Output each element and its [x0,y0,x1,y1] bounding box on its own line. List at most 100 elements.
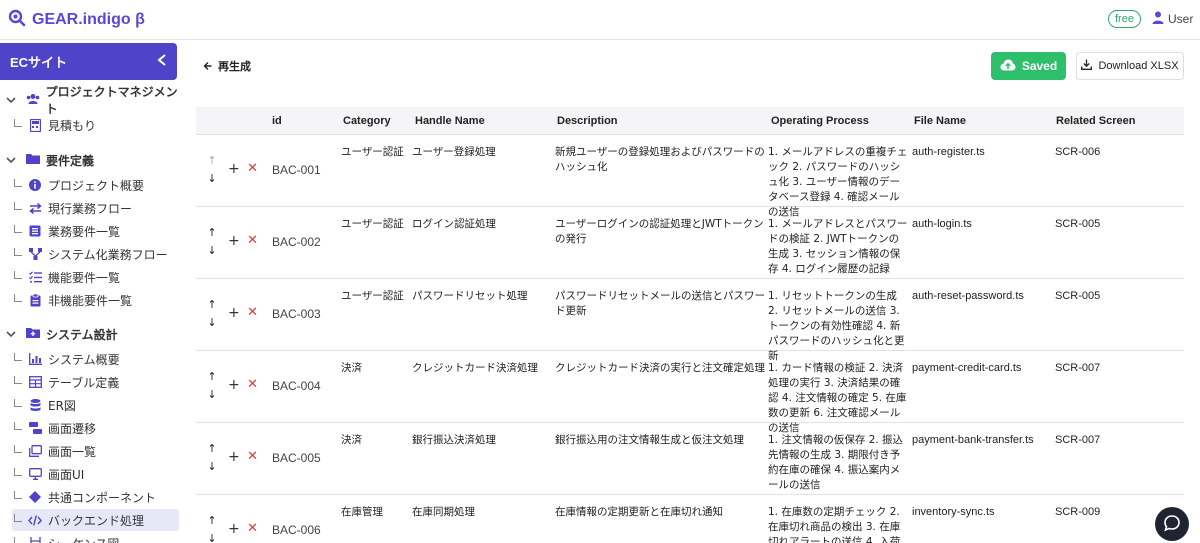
cell-description[interactable]: 在庫情報の定期更新と在庫切れ通知 [555,505,767,520]
move-up-icon[interactable]: ↑ [207,299,216,311]
add-row-icon[interactable]: + [228,305,240,321]
cell-handle-name[interactable]: ユーザー登録処理 [412,145,548,160]
cell-handle-name[interactable]: ログイン認証処理 [412,217,548,232]
cell-related-screen[interactable]: SCR-009 [1055,505,1145,520]
sidebar-item-table-definition[interactable]: テーブル定義 [12,371,179,393]
sidebar-item-label: 画面一覧 [48,444,97,459]
cell-description[interactable]: ユーザーログインの認証処理とJWTトークンの発行 [555,217,767,247]
cell-file-name[interactable]: payment-credit-card.ts [912,361,1052,376]
sidebar-item-backend-process[interactable]: バックエンド処理 [12,509,179,531]
add-row-icon[interactable]: + [228,377,240,393]
cell-handle-name[interactable]: クレジットカード決済処理 [412,361,548,376]
cell-handle-name[interactable]: 銀行振込決済処理 [412,433,548,448]
cell-related-screen[interactable]: SCR-006 [1055,145,1145,160]
saved-button[interactable]: Saved [991,52,1066,80]
cell-description[interactable]: 銀行振込用の注文情報生成と仮注文処理 [555,433,767,448]
sidebar-item-sequence-diagram[interactable]: シーケンス図 [12,532,179,543]
move-down-icon[interactable]: ↓ [207,533,216,543]
sidebar-item-screen-ui[interactable]: 画面UI [12,463,179,485]
col-header-file-name[interactable]: File Name [914,115,966,127]
collapse-chevron-icon[interactable] [157,54,167,69]
diamond-icon [28,490,42,504]
chat-button[interactable] [1155,507,1189,541]
delete-row-icon[interactable]: ✕ [247,161,258,176]
sidebar-group-project-management[interactable]: プロジェクトマネジメント [0,85,186,116]
sidebar-item-current-flow[interactable]: 現行業務フロー [12,197,179,219]
cell-category[interactable]: 決済 [341,433,407,448]
sidebar-item-screen-list[interactable]: 画面一覧 [12,440,179,462]
sidebar-group-requirements[interactable]: 要件定義 [0,151,94,169]
delete-row-icon[interactable]: ✕ [247,521,258,536]
sidebar-item-label: テーブル定義 [48,375,120,390]
cell-id: BAC-001 [272,163,321,177]
cell-file-name[interactable]: auth-login.ts [912,217,1052,232]
col-header-handle-name[interactable]: Handle Name [415,115,485,127]
cell-category[interactable]: ユーザー認証 [341,145,407,160]
move-down-icon[interactable]: ↓ [207,389,216,401]
col-header-category[interactable]: Category [343,115,391,127]
cell-category[interactable]: 在庫管理 [341,505,407,520]
download-xlsx-button[interactable]: Download XLSX [1076,52,1184,80]
add-row-icon[interactable]: + [228,233,240,249]
delete-row-icon[interactable]: ✕ [247,377,258,392]
sequence-icon [28,536,42,543]
move-down-icon[interactable]: ↓ [207,173,216,185]
col-header-description[interactable]: Description [557,115,618,127]
add-row-icon[interactable]: + [228,449,240,465]
move-down-icon[interactable]: ↓ [207,317,216,329]
sidebar-item-estimate[interactable]: 見積もり [12,114,179,136]
cell-handle-name[interactable]: 在庫同期処理 [412,505,548,520]
cell-description[interactable]: パスワードリセットメールの送信とパスワード更新 [555,289,767,319]
move-down-icon[interactable]: ↓ [207,245,216,257]
cell-id: BAC-003 [272,307,321,321]
cell-file-name[interactable]: auth-reset-password.ts [912,289,1052,304]
cell-file-name[interactable]: payment-bank-transfer.ts [912,433,1052,448]
sidebar-group-system-design[interactable]: システム設計 [0,325,118,343]
delete-row-icon[interactable]: ✕ [247,233,258,248]
delete-row-icon[interactable]: ✕ [247,305,258,320]
move-up-icon[interactable]: ↑ [207,155,216,167]
sidebar-item-system-flow[interactable]: システム化業務フロー [12,243,179,265]
sidebar-item-common-components[interactable]: 共通コンポーネント [12,486,179,508]
sidebar-item-non-functional-requirements[interactable]: 非機能要件一覧 [12,289,179,311]
regenerate-button[interactable]: 再生成 [203,58,251,74]
col-header-operating-process[interactable]: Operating Process [771,115,869,127]
calculator-icon [28,118,42,132]
cell-description[interactable]: 新規ユーザーの登録処理およびパスワードのハッシュ化 [555,145,767,175]
cell-operating-process[interactable]: 1. 在庫数の定期チェック 2. 在庫切れ商品の検出 3. 在庫切れアラートの送… [768,505,908,543]
cell-category[interactable]: 決済 [341,361,407,376]
sidebar-item-screen-transition[interactable]: 画面遷移 [12,417,179,439]
cell-handle-name[interactable]: パスワードリセット処理 [412,289,548,304]
cell-file-name[interactable]: auth-register.ts [912,145,1052,160]
app-logo[interactable]: GEAR.indigo β [8,9,145,30]
project-header[interactable]: ECサイト [0,43,177,80]
sidebar-item-project-overview[interactable]: プロジェクト概要 [12,174,179,196]
cell-related-screen[interactable]: SCR-005 [1055,289,1145,304]
add-row-icon[interactable]: + [228,161,240,177]
move-up-icon[interactable]: ↑ [207,371,216,383]
exchange-icon [28,201,42,215]
cell-operating-process[interactable]: 1. 注文情報の仮保存 2. 振込先情報の生成 3. 期限付き予約在庫の確保 4… [768,433,908,493]
sidebar-item-business-requirements[interactable]: 業務要件一覧 [12,220,179,242]
cell-related-screen[interactable]: SCR-005 [1055,217,1145,232]
cell-category[interactable]: ユーザー認証 [341,217,407,232]
move-down-icon[interactable]: ↓ [207,461,216,473]
sidebar-item-system-overview[interactable]: システム概要 [12,348,179,370]
cell-file-name[interactable]: inventory-sync.ts [912,505,1052,520]
cell-operating-process[interactable]: 1. メールアドレスとパスワードの検証 2. JWTトークンの生成 3. セッシ… [768,217,908,277]
col-header-id[interactable]: id [272,115,282,127]
cell-description[interactable]: クレジットカード決済の実行と注文確定処理 [555,361,767,376]
add-row-icon[interactable]: + [228,521,240,537]
cell-category[interactable]: ユーザー認証 [341,289,407,304]
screens-icon [28,444,42,458]
sidebar-item-er-diagram[interactable]: ER図 [12,394,179,416]
user-menu[interactable]: User [1152,11,1193,27]
move-up-icon[interactable]: ↑ [207,227,216,239]
cell-related-screen[interactable]: SCR-007 [1055,433,1145,448]
move-up-icon[interactable]: ↑ [207,443,216,455]
sidebar-item-functional-requirements[interactable]: 機能要件一覧 [12,266,179,288]
col-header-related-screen[interactable]: Related Screen [1056,115,1135,127]
delete-row-icon[interactable]: ✕ [247,449,258,464]
cell-related-screen[interactable]: SCR-007 [1055,361,1145,376]
move-up-icon[interactable]: ↑ [207,515,216,527]
